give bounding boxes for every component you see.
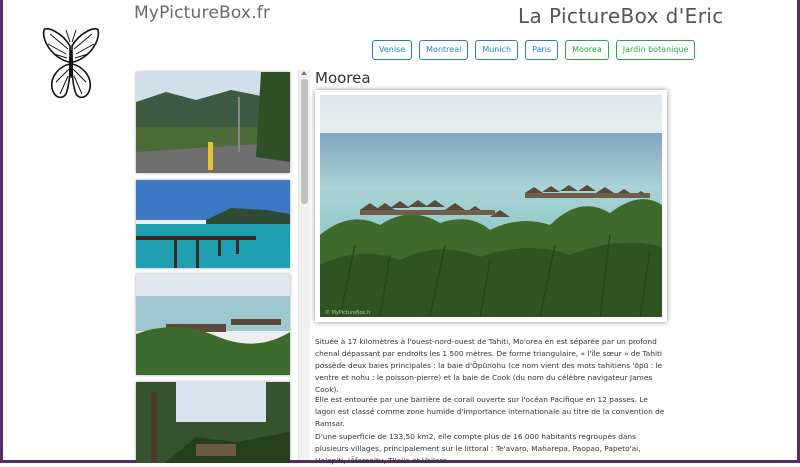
window-frame-left	[0, 0, 3, 463]
nav-montreal-button[interactable]: Montreal	[419, 40, 469, 60]
nav-paris-button[interactable]: Paris	[525, 40, 559, 60]
page-title: Moorea	[315, 69, 371, 87]
nav-jardin-botanique-button[interactable]: Jardin botanique	[615, 40, 696, 60]
gallery-nav: Venise Montreal Munich Paris Moorea Jard…	[372, 40, 696, 60]
butterfly-icon[interactable]	[40, 24, 102, 104]
nav-munich-button[interactable]: Munich	[475, 40, 519, 60]
paragraph-3: D'une superficie de 133,50 km2, elle com…	[315, 432, 641, 465]
thumbnail-pier[interactable]	[136, 180, 290, 268]
site-name[interactable]: MyPictureBox.fr	[134, 3, 270, 23]
nav-moorea-button[interactable]: Moorea	[565, 40, 609, 60]
thumbnail-road[interactable]	[136, 72, 290, 173]
paragraph-1: Située à 17 kilomètres à l'ouest-nord-ou…	[315, 337, 663, 394]
main-photo: © MyPictureBox.fr	[315, 90, 667, 322]
photo-watermark: © MyPictureBox.fr	[325, 310, 371, 316]
nav-venise-button[interactable]: Venise	[372, 40, 413, 60]
thumbnail-scrollbar[interactable]	[298, 70, 310, 460]
site-title: La PictureBox d'Eric	[518, 4, 724, 28]
scroll-up-arrow-icon[interactable]	[301, 71, 307, 75]
scroll-thumb[interactable]	[301, 79, 308, 204]
thumbnail-list[interactable]	[134, 70, 294, 463]
paragraph-2: Elle est entourée par une barrière de co…	[315, 395, 665, 428]
thumbnail-bungalows[interactable]	[136, 382, 290, 463]
thumbnail-lagoon[interactable]	[136, 274, 290, 375]
